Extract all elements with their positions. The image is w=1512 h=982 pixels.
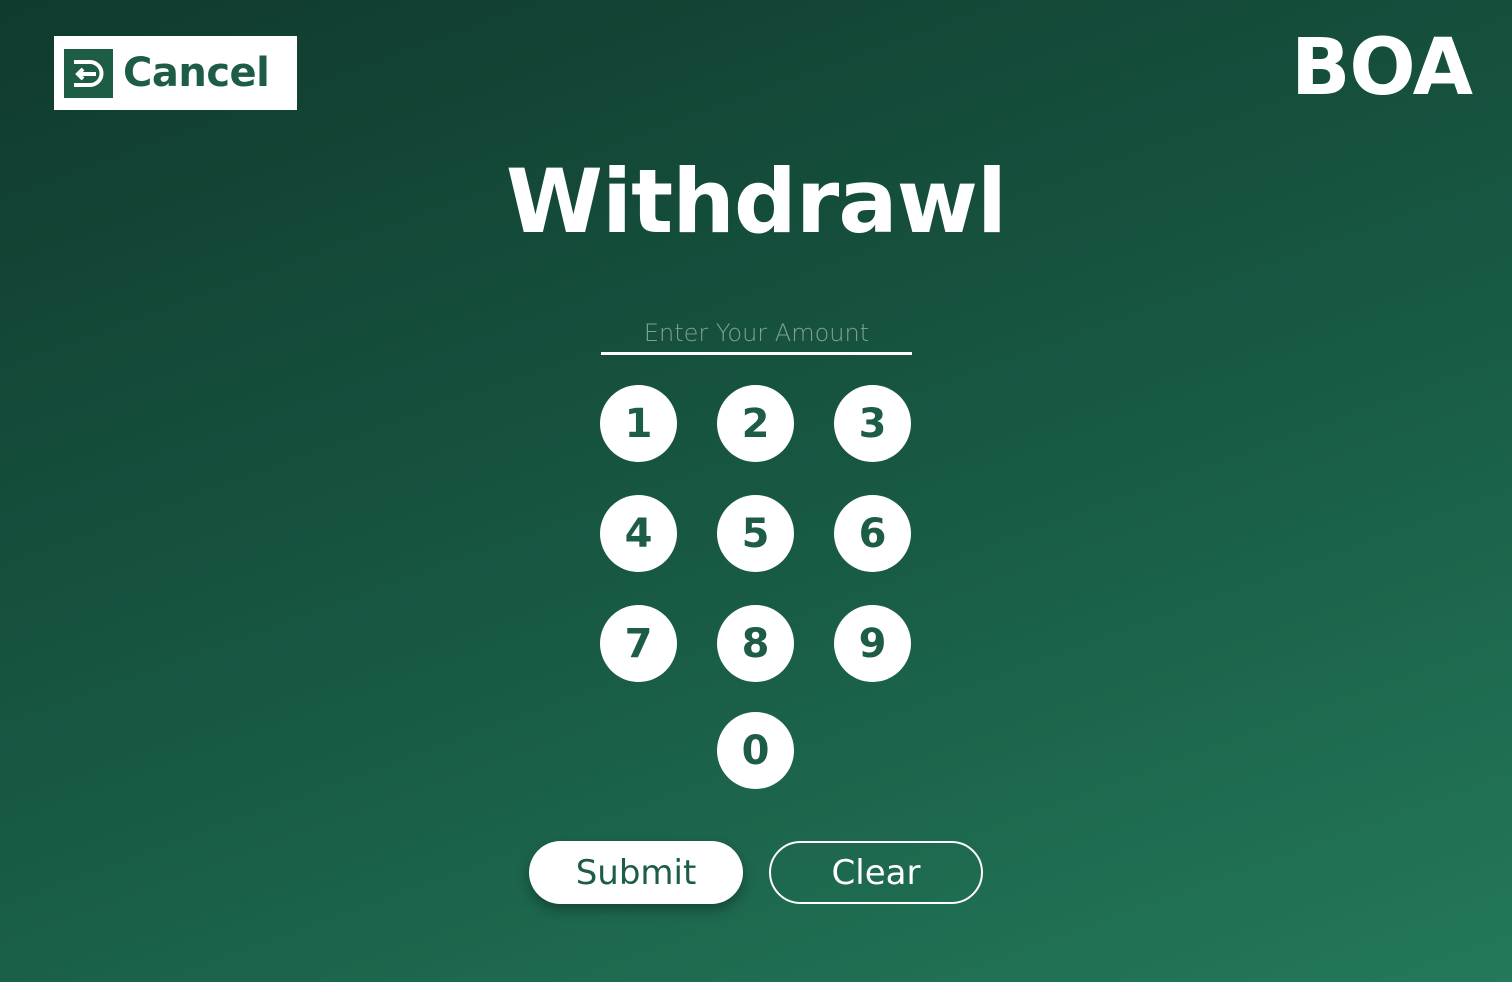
keypad-key-0[interactable]: 0 (717, 712, 794, 789)
keypad-key-9[interactable]: 9 (834, 605, 911, 682)
clear-button[interactable]: Clear (769, 841, 983, 904)
amount-input[interactable] (601, 314, 912, 355)
keypad-key-7[interactable]: 7 (600, 605, 677, 682)
logout-arrow-icon (64, 48, 113, 98)
keypad-key-4[interactable]: 4 (600, 495, 677, 572)
keypad-key-5[interactable]: 5 (717, 495, 794, 572)
keypad-key-3[interactable]: 3 (834, 385, 911, 462)
cancel-label: Cancel (123, 50, 270, 96)
submit-button[interactable]: Submit (529, 841, 743, 904)
keypad-key-8[interactable]: 8 (717, 605, 794, 682)
keypad-key-1[interactable]: 1 (600, 385, 677, 462)
keypad-key-2[interactable]: 2 (717, 385, 794, 462)
keypad-key-6[interactable]: 6 (834, 495, 911, 572)
page-title: Withdrawl (505, 150, 1007, 253)
brand-logo: BOA (1290, 23, 1473, 113)
cancel-button[interactable]: Cancel (54, 36, 297, 110)
